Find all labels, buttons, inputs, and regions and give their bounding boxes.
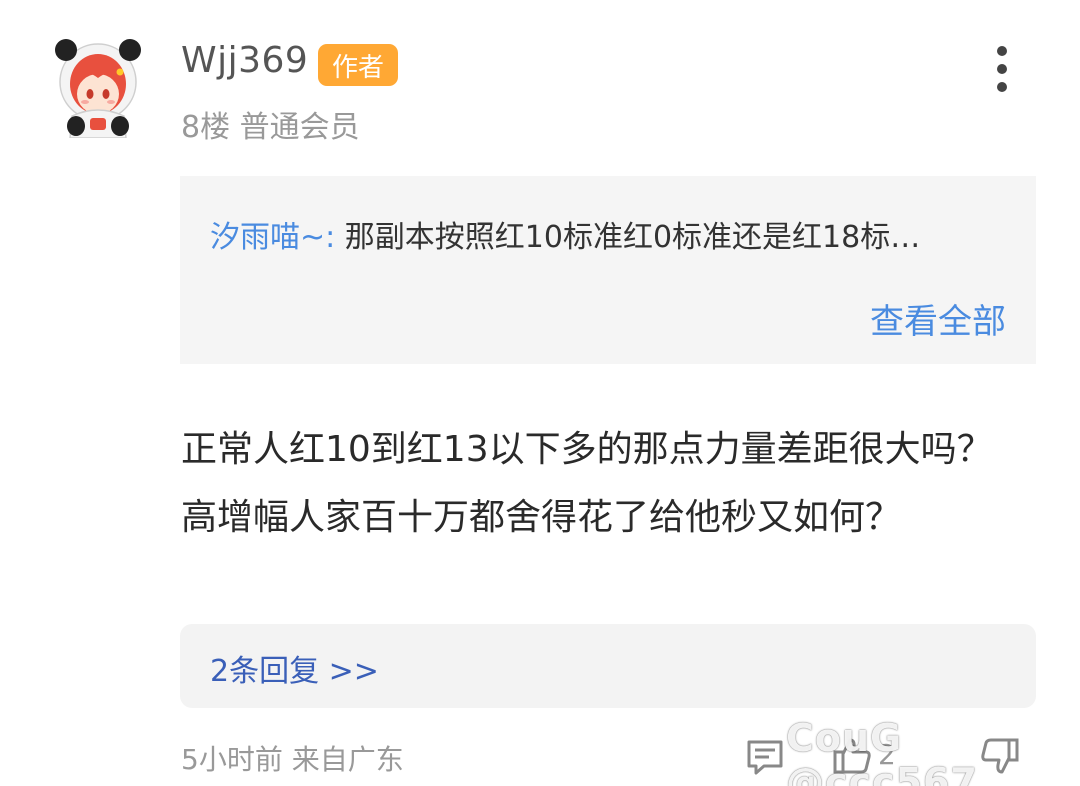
author-badge: 作者 [318, 44, 398, 86]
more-vertical-icon [997, 46, 1007, 56]
post-body: 正常人红10到红13以下多的那点力量差距很大吗？高增幅人家百十万都舍得花了给他秒… [181, 429, 993, 538]
time-location: 5小时前 来自广东 [181, 743, 404, 776]
replies-link[interactable]: 2条回复 >> [210, 646, 379, 690]
floor-info: 8楼 普通会员 [181, 110, 360, 145]
quote-text: 那副本按照红10标准红0标准还是红18标… [344, 220, 921, 255]
avatar[interactable] [52, 38, 144, 138]
username[interactable]: Wjj369 [181, 40, 308, 81]
quote-author[interactable]: 汐雨喵~: [210, 220, 335, 255]
more-options-button[interactable] [984, 46, 1020, 92]
quote-line: 汐雨喵~: 那副本按照红10标准红0标准还是红18标… [210, 212, 1020, 256]
watermark: CouG @ccc567 [786, 716, 978, 786]
replies-box[interactable]: 2条回复 >> [180, 624, 1036, 708]
comment-icon[interactable] [744, 736, 786, 778]
quote-box[interactable]: 汐雨喵~: 那副本按照红10标准红0标准还是红18标… 查看全部 [180, 176, 1036, 364]
post-container: Wjj369 作者 8楼 普通会员 汐雨喵~: 那副本按照红10标准红0标准还是… [0, 0, 1080, 786]
view-all-link[interactable]: 查看全部 [870, 294, 1006, 343]
